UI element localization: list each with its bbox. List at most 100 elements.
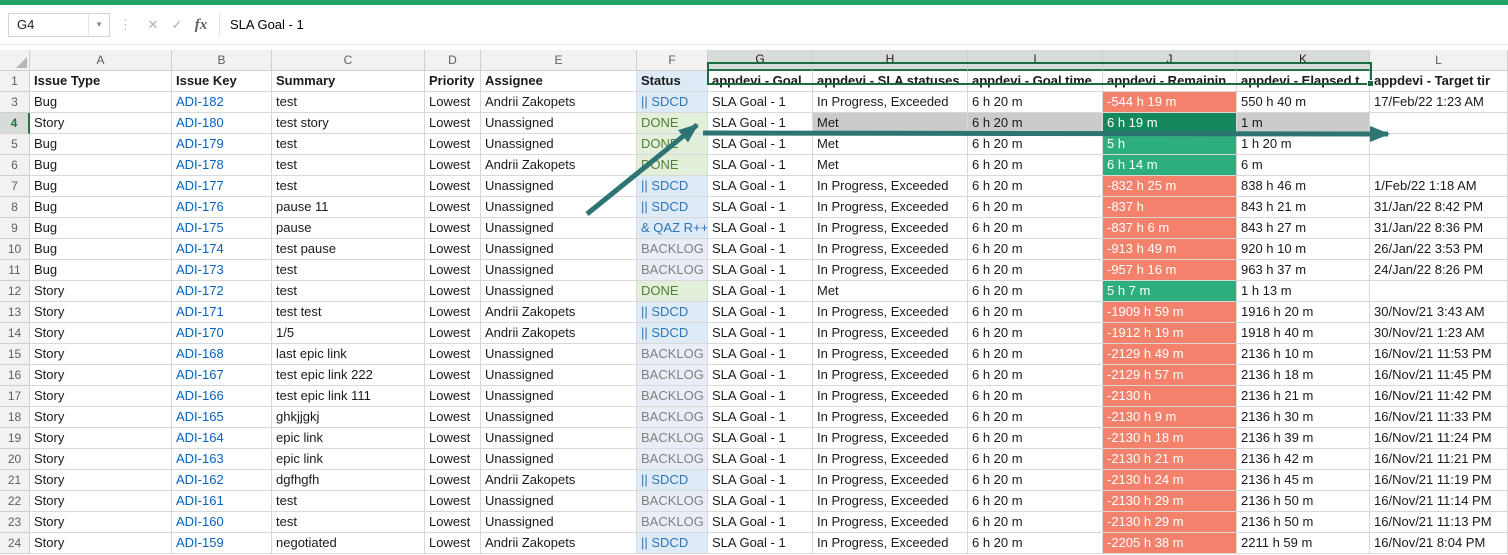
cell-issue-type[interactable]: Story (30, 302, 172, 323)
cell-goal-time[interactable]: 6 h 20 m (968, 302, 1103, 323)
cell-status[interactable]: BACKLOG (637, 260, 708, 281)
cell-sla-status[interactable]: In Progress, Exceeded (813, 218, 968, 239)
cell-issue-key[interactable]: ADI-160 (172, 512, 272, 533)
cell-assignee[interactable]: Unassigned (481, 407, 637, 428)
cell-assignee[interactable]: Unassigned (481, 197, 637, 218)
cell-issue-type[interactable]: Bug (30, 176, 172, 197)
cell-priority[interactable]: Lowest (425, 218, 481, 239)
column-header-J[interactable]: J (1103, 50, 1237, 71)
cell-issue-key[interactable]: ADI-162 (172, 470, 272, 491)
cell-sla-status[interactable]: In Progress, Exceeded (813, 491, 968, 512)
cell-target-date[interactable]: 16/Nov/21 11:14 PM (1370, 491, 1508, 512)
cell-status[interactable]: BACKLOG (637, 239, 708, 260)
cell-issue-key[interactable]: ADI-164 (172, 428, 272, 449)
cell-elapsed[interactable]: 1 m (1237, 113, 1370, 134)
cell-assignee[interactable]: Unassigned (481, 449, 637, 470)
cell-target-date[interactable] (1370, 113, 1508, 134)
cell-status[interactable]: || SDCD (637, 92, 708, 113)
row-header-22[interactable]: 22 (0, 491, 30, 512)
cell-remaining[interactable]: -1912 h 19 m (1103, 323, 1237, 344)
cell-summary[interactable]: last epic link (272, 344, 425, 365)
cell-elapsed[interactable]: 1916 h 20 m (1237, 302, 1370, 323)
cell-assignee[interactable]: Unassigned (481, 491, 637, 512)
cell-goal-time[interactable]: 6 h 20 m (968, 512, 1103, 533)
cell-issue-type[interactable]: Bug (30, 239, 172, 260)
cell-assignee[interactable]: Unassigned (481, 134, 637, 155)
cell-status[interactable]: BACKLOG (637, 344, 708, 365)
column-header-I[interactable]: I (968, 50, 1103, 71)
cell-priority[interactable]: Lowest (425, 155, 481, 176)
cell-assignee[interactable]: Andrii Zakopets (481, 155, 637, 176)
cell-issue-key[interactable]: ADI-163 (172, 449, 272, 470)
cell-priority[interactable]: Lowest (425, 281, 481, 302)
select-all-button[interactable] (0, 50, 30, 71)
cell-target-date[interactable]: 16/Nov/21 11:21 PM (1370, 449, 1508, 470)
cell-elapsed[interactable]: 2136 h 45 m (1237, 470, 1370, 491)
cell-sla-status[interactable]: In Progress, Exceeded (813, 239, 968, 260)
cell-goal-time[interactable]: 6 h 20 m (968, 428, 1103, 449)
cell-target-date[interactable]: 16/Nov/21 11:45 PM (1370, 365, 1508, 386)
cell-assignee[interactable]: Unassigned (481, 281, 637, 302)
row-header-11[interactable]: 11 (0, 260, 30, 281)
header-assignee[interactable]: Assignee (481, 71, 637, 92)
cell-priority[interactable]: Lowest (425, 197, 481, 218)
cell-summary[interactable]: test test (272, 302, 425, 323)
cell-remaining[interactable]: -837 h 6 m (1103, 218, 1237, 239)
cell-remaining[interactable]: -2129 h 57 m (1103, 365, 1237, 386)
cell-remaining[interactable]: -1909 h 59 m (1103, 302, 1237, 323)
cell-goal[interactable]: SLA Goal - 1 (708, 92, 813, 113)
cell-remaining[interactable]: -2205 h 38 m (1103, 533, 1237, 554)
name-box[interactable]: G4 ▼ (8, 13, 110, 37)
cell-priority[interactable]: Lowest (425, 491, 481, 512)
cell-goal-time[interactable]: 6 h 20 m (968, 281, 1103, 302)
cell-elapsed[interactable]: 2136 h 50 m (1237, 491, 1370, 512)
column-header-B[interactable]: B (172, 50, 272, 71)
cell-issue-type[interactable]: Bug (30, 92, 172, 113)
cell-sla-status[interactable]: In Progress, Exceeded (813, 302, 968, 323)
cell-target-date[interactable]: 24/Jan/22 8:26 PM (1370, 260, 1508, 281)
cell-target-date[interactable]: 17/Feb/22 1:23 AM (1370, 92, 1508, 113)
cell-priority[interactable]: Lowest (425, 365, 481, 386)
cell-status[interactable]: || SDCD (637, 302, 708, 323)
cell-priority[interactable]: Lowest (425, 344, 481, 365)
cell-summary[interactable]: test (272, 176, 425, 197)
cell-elapsed[interactable]: 2136 h 30 m (1237, 407, 1370, 428)
cell-target-date[interactable]: 31/Jan/22 8:42 PM (1370, 197, 1508, 218)
cell-summary[interactable]: test epic link 111 (272, 386, 425, 407)
cell-assignee[interactable]: Unassigned (481, 365, 637, 386)
row-header-21[interactable]: 21 (0, 470, 30, 491)
cell-goal-time[interactable]: 6 h 20 m (968, 491, 1103, 512)
cell-priority[interactable]: Lowest (425, 113, 481, 134)
cell-sla-status[interactable]: In Progress, Exceeded (813, 386, 968, 407)
cell-target-date[interactable] (1370, 281, 1508, 302)
cell-issue-key[interactable]: ADI-173 (172, 260, 272, 281)
header-status[interactable]: Status (637, 71, 708, 92)
cell-status[interactable]: || SDCD (637, 197, 708, 218)
cell-status[interactable]: || SDCD (637, 176, 708, 197)
cell-remaining[interactable]: -832 h 25 m (1103, 176, 1237, 197)
cell-issue-key[interactable]: ADI-165 (172, 407, 272, 428)
cell-sla-status[interactable]: In Progress, Exceeded (813, 344, 968, 365)
cell-elapsed[interactable]: 963 h 37 m (1237, 260, 1370, 281)
cell-goal-time[interactable]: 6 h 20 m (968, 470, 1103, 491)
column-header-F[interactable]: F (637, 50, 708, 71)
cell-sla-status[interactable]: In Progress, Exceeded (813, 470, 968, 491)
cell-issue-type[interactable]: Story (30, 449, 172, 470)
cell-issue-type[interactable]: Story (30, 386, 172, 407)
cell-sla-status[interactable]: Met (813, 155, 968, 176)
cell-issue-type[interactable]: Bug (30, 134, 172, 155)
cell-status[interactable]: || SDCD (637, 323, 708, 344)
cell-elapsed[interactable]: 2136 h 39 m (1237, 428, 1370, 449)
cell-elapsed[interactable]: 2211 h 59 m (1237, 533, 1370, 554)
cell-goal-time[interactable]: 6 h 20 m (968, 92, 1103, 113)
cell-target-date[interactable]: 16/Nov/21 11:13 PM (1370, 512, 1508, 533)
cell-issue-key[interactable]: ADI-159 (172, 533, 272, 554)
cell-target-date[interactable]: 16/Nov/21 8:04 PM (1370, 533, 1508, 554)
column-header-D[interactable]: D (425, 50, 481, 71)
cell-goal[interactable]: SLA Goal - 1 (708, 260, 813, 281)
cell-status[interactable]: BACKLOG (637, 512, 708, 533)
cell-assignee[interactable]: Andrii Zakopets (481, 533, 637, 554)
cell-target-date[interactable]: 16/Nov/21 11:24 PM (1370, 428, 1508, 449)
cell-goal-time[interactable]: 6 h 20 m (968, 218, 1103, 239)
cell-issue-type[interactable]: Story (30, 407, 172, 428)
